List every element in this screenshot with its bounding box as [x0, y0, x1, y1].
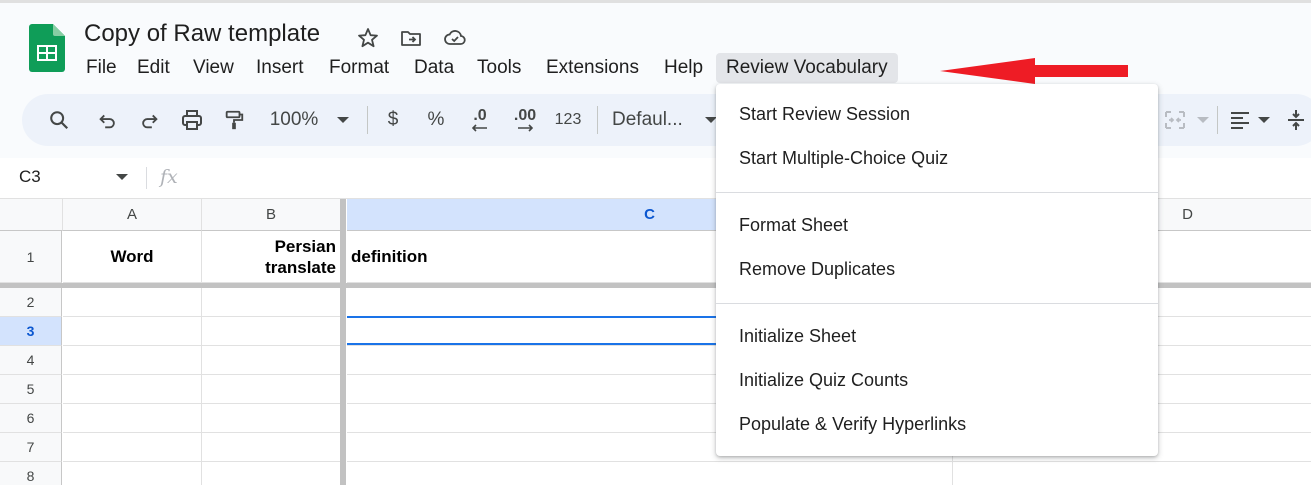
redo-icon[interactable]: [136, 94, 164, 146]
menu-data[interactable]: Data: [414, 53, 454, 83]
zoom-value: 100%: [269, 109, 319, 130]
menu-edit[interactable]: Edit: [137, 53, 170, 83]
undo-icon[interactable]: [93, 94, 121, 146]
paint-format-icon[interactable]: [220, 94, 248, 146]
menu-divider: [716, 303, 1158, 304]
cell-b1-line1: Persian: [274, 237, 336, 256]
cell-b5[interactable]: [202, 375, 341, 404]
row-header-6[interactable]: 6: [0, 404, 62, 433]
row-header-2[interactable]: 2: [0, 288, 62, 317]
review-vocabulary-menu: Start Review Session Start Multiple-Choi…: [716, 84, 1158, 456]
row-header-3[interactable]: 3: [0, 317, 62, 346]
fx-icon: fx: [160, 166, 178, 188]
star-icon[interactable]: [356, 26, 380, 50]
move-folder-icon[interactable]: [399, 26, 423, 50]
name-box-caret-icon[interactable]: [116, 174, 128, 180]
cloud-saved-icon[interactable]: [443, 26, 467, 50]
font-select[interactable]: Defaul...: [612, 94, 696, 146]
menu-item-format-sheet[interactable]: Format Sheet: [716, 205, 1158, 245]
annotation-arrow-icon: [940, 58, 1128, 84]
cell-c8[interactable]: [347, 462, 953, 485]
formula-divider: [146, 167, 147, 189]
sheets-logo-icon[interactable]: [29, 24, 65, 72]
cell-a5[interactable]: [63, 375, 202, 404]
menu-item-initialize-sheet[interactable]: Initialize Sheet: [716, 316, 1158, 356]
increase-decimal-label: .00: [513, 107, 537, 124]
select-all-corner[interactable]: [0, 199, 63, 231]
menu-item-start-multiple-choice-quiz[interactable]: Start Multiple-Choice Quiz: [716, 138, 1158, 178]
column-header-a[interactable]: A: [63, 199, 202, 231]
row-header-1[interactable]: 1: [0, 231, 62, 283]
toolbar-divider: [597, 106, 598, 134]
menu-item-remove-duplicates[interactable]: Remove Duplicates: [716, 249, 1158, 289]
row-header-5[interactable]: 5: [0, 375, 62, 404]
toolbar-divider: [367, 106, 368, 134]
document-title[interactable]: Copy of Raw template: [84, 20, 320, 48]
row-header-8[interactable]: 8: [0, 462, 62, 485]
percent-label: %: [427, 109, 445, 130]
menu-item-start-review-session[interactable]: Start Review Session: [716, 94, 1158, 134]
cell-a4[interactable]: [63, 346, 202, 375]
name-box[interactable]: C3: [19, 167, 41, 187]
cell-a2[interactable]: [63, 288, 202, 317]
cell-b2[interactable]: [202, 288, 341, 317]
cell-b7[interactable]: [202, 433, 341, 462]
row-header-7[interactable]: 7: [0, 433, 62, 462]
menu-view[interactable]: View: [193, 53, 234, 83]
cell-a8[interactable]: [63, 462, 202, 485]
toolbar-divider: [1217, 106, 1218, 134]
currency-format-button[interactable]: $: [380, 94, 406, 146]
more-formats-label: 123: [554, 111, 582, 128]
menu-insert[interactable]: Insert: [256, 53, 304, 83]
zoom-caret-icon[interactable]: [333, 94, 353, 146]
cell-b4[interactable]: [202, 346, 341, 375]
active-cell-outline: [347, 316, 717, 345]
menu-extensions[interactable]: Extensions: [546, 53, 639, 83]
window-top-border: [0, 0, 1311, 3]
menu-format[interactable]: Format: [329, 53, 389, 83]
more-formats-button[interactable]: 123: [550, 94, 586, 146]
cell-b1[interactable]: Persian translate: [202, 231, 341, 283]
vertical-align-icon[interactable]: [1283, 94, 1309, 146]
font-value: Defaul...: [612, 109, 683, 130]
cell-b8[interactable]: [202, 462, 341, 485]
currency-label: $: [387, 109, 399, 130]
search-icon[interactable]: [45, 94, 73, 146]
merge-caret-icon[interactable]: [1194, 94, 1212, 146]
cell-b6[interactable]: [202, 404, 341, 433]
percent-format-button[interactable]: %: [422, 94, 450, 146]
cell-a7[interactable]: [63, 433, 202, 462]
decrease-decimal-label: .0: [473, 107, 487, 124]
frozen-column-divider[interactable]: [340, 199, 346, 485]
arrow-right-icon: [518, 124, 533, 132]
menu-item-populate-verify-hyperlinks[interactable]: Populate & Verify Hyperlinks: [716, 404, 1158, 444]
cell-d8[interactable]: [953, 462, 1311, 485]
menu-review-vocabulary[interactable]: Review Vocabulary: [716, 53, 898, 83]
cell-a3[interactable]: [63, 317, 202, 346]
cell-a1[interactable]: Word: [63, 231, 202, 283]
cell-b3[interactable]: [202, 317, 341, 346]
decrease-decimal-button[interactable]: .0: [463, 94, 497, 146]
menu-item-initialize-quiz-counts[interactable]: Initialize Quiz Counts: [716, 360, 1158, 400]
align-caret-icon[interactable]: [1255, 94, 1273, 146]
cell-b1-line2: translate: [265, 258, 336, 277]
column-header-b[interactable]: B: [202, 199, 341, 231]
horizontal-align-icon[interactable]: [1226, 94, 1254, 146]
cell-a6[interactable]: [63, 404, 202, 433]
menu-tools[interactable]: Tools: [477, 53, 521, 83]
print-icon[interactable]: [178, 94, 206, 146]
increase-decimal-button[interactable]: .00: [507, 94, 543, 146]
row-header-4[interactable]: 4: [0, 346, 62, 375]
menu-help[interactable]: Help: [664, 53, 703, 83]
menu-file[interactable]: File: [86, 53, 117, 83]
merge-cells-icon[interactable]: [1160, 94, 1190, 146]
menu-divider: [716, 192, 1158, 193]
arrow-left-icon: [472, 124, 487, 132]
zoom-select[interactable]: 100%: [262, 94, 326, 146]
